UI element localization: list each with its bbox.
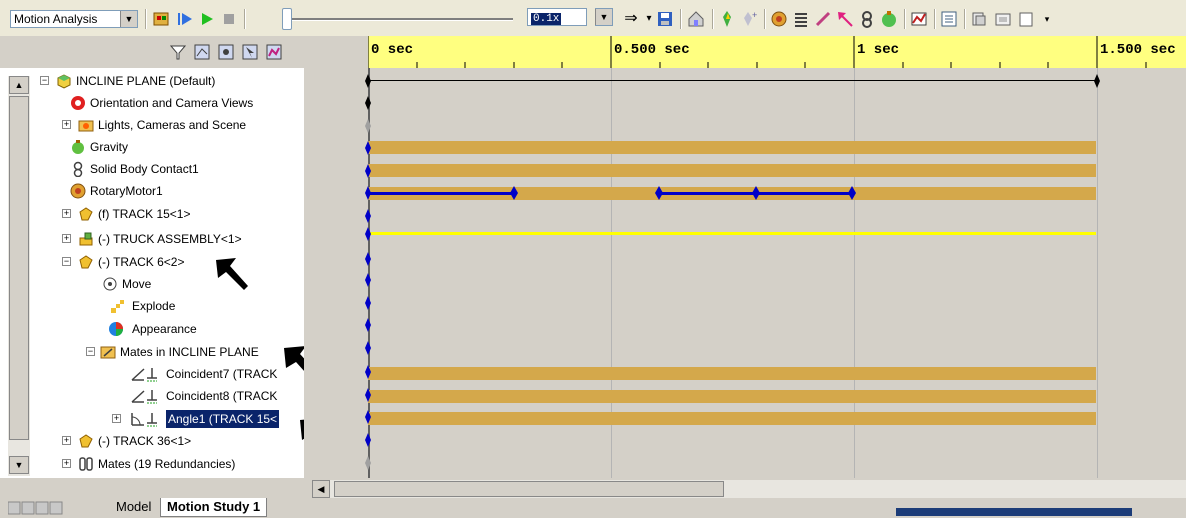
tab-navigation-buttons[interactable]	[7, 501, 98, 515]
timeline-horizontal-scrollbar[interactable]: ◀	[312, 480, 1186, 498]
key-point	[510, 186, 518, 200]
tab-motion-study[interactable]: Motion Study 1	[160, 498, 268, 517]
key-point	[365, 433, 371, 447]
scroll-thumb[interactable]	[334, 481, 724, 497]
key-point	[752, 186, 760, 200]
key-point	[365, 318, 371, 332]
key-point	[848, 186, 856, 200]
key-point	[365, 365, 371, 379]
key-point	[365, 410, 371, 424]
timeline-keys	[365, 74, 1100, 470]
key-point	[365, 141, 371, 155]
key-point	[365, 209, 371, 223]
scroll-left-button[interactable]: ◀	[312, 480, 330, 498]
key-point	[365, 164, 371, 178]
key-point	[365, 252, 371, 266]
key-point	[1094, 74, 1100, 88]
key-diamonds	[365, 74, 1100, 470]
key-point	[365, 456, 371, 470]
key-point	[365, 119, 371, 133]
key-point	[365, 96, 371, 110]
key-point	[365, 186, 371, 200]
key-point	[365, 388, 371, 402]
key-point	[365, 341, 371, 355]
key-point	[365, 74, 371, 88]
key-point	[655, 186, 663, 200]
tab-model[interactable]: Model	[110, 498, 157, 516]
taskbar-window-preview	[896, 508, 1132, 516]
key-point	[365, 273, 371, 287]
key-point	[365, 227, 371, 241]
key-point	[365, 296, 371, 310]
